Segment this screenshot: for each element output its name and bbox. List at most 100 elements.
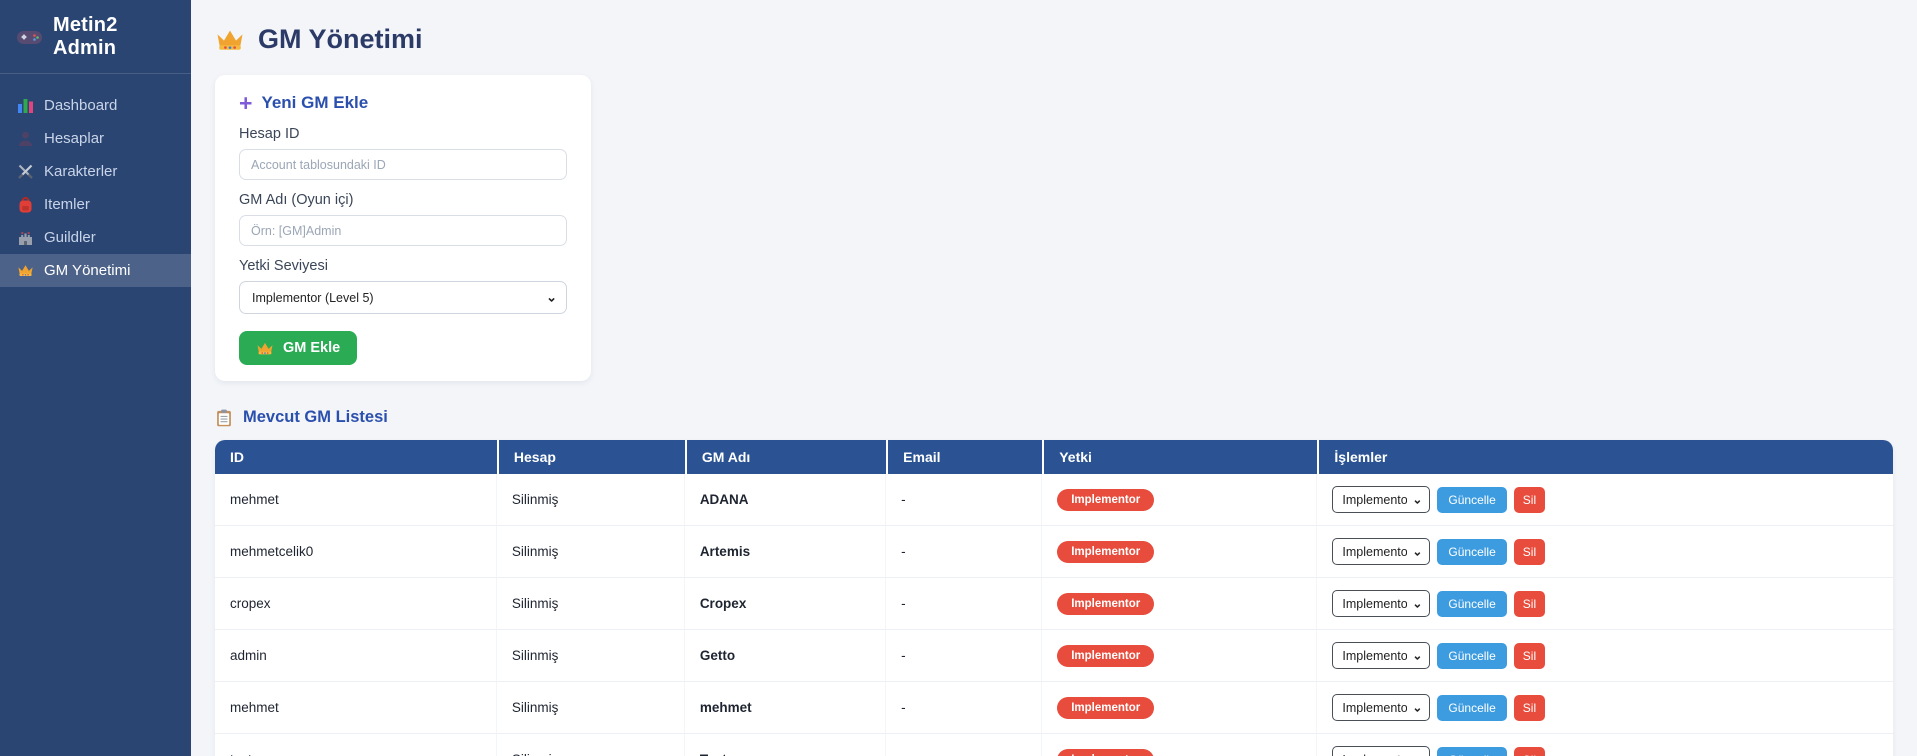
gm-adi-input[interactable] — [239, 215, 567, 246]
guncelle-button[interactable]: Güncelle — [1437, 746, 1507, 756]
gm-id-cell: mehmet — [215, 474, 497, 526]
gm-id-cell: admin — [215, 630, 497, 682]
page-title-text: GM Yönetimi — [258, 24, 423, 54]
add-gm-card-title: + Yeni GM Ekle — [239, 90, 567, 116]
guncelle-button[interactable]: Güncelle — [1437, 486, 1507, 513]
sil-button[interactable]: Sil — [1513, 590, 1546, 617]
sidebar-item-label: Itemler — [44, 196, 90, 213]
sil-button[interactable]: Sil — [1513, 538, 1546, 565]
row-yetki-select[interactable]: Implementor — [1332, 486, 1431, 513]
column-header-5: İşlemler — [1317, 440, 1893, 474]
sidebar-header: Metin2 Admin — [0, 0, 191, 74]
yetki-seviyesi-select[interactable]: Implementor (Level 5) — [239, 281, 567, 314]
yetki-cell: Implementor — [1042, 734, 1318, 756]
crown-icon — [256, 341, 274, 356]
hesap-cell: Silinmiş — [496, 682, 685, 734]
clipboard-icon — [215, 409, 233, 427]
dashboard-icon — [17, 97, 34, 114]
column-header-0: ID — [215, 440, 497, 474]
email-cell: - — [886, 734, 1043, 756]
sidebar-item-label: Karakterler — [44, 163, 118, 180]
islemler-cell: Implementor⌄GüncelleSil — [1317, 682, 1893, 734]
gm-adi-cell: Cropex — [684, 578, 887, 630]
islemler-cell: Implementor⌄GüncelleSil — [1317, 630, 1893, 682]
table-body: mehmet Silinmiş ADANA - Implementor Implement… — [215, 474, 1893, 756]
add-gm-card-title-text: Yeni GM Ekle — [261, 93, 369, 112]
yetki-badge: Implementor — [1057, 488, 1155, 511]
row-yetki-select[interactable]: Implementor — [1332, 590, 1431, 617]
yetki-cell: Implementor — [1042, 578, 1318, 630]
add-gm-card: + Yeni GM Ekle Hesap ID GM Adı (Oyun içi… — [215, 75, 591, 381]
email-cell: - — [886, 682, 1043, 734]
table-row: mehmetcelik0 Silinmiş Artemis - Implementor I… — [215, 526, 1893, 578]
sil-button[interactable]: Sil — [1513, 642, 1546, 669]
sidebar-item-label: GM Yönetimi — [44, 262, 131, 279]
plus-icon: + — [239, 90, 253, 116]
column-header-1: Hesap — [496, 440, 685, 474]
sidebar-item-itemler[interactable]: Itemler — [0, 188, 191, 221]
guncelle-button[interactable]: Güncelle — [1437, 590, 1507, 617]
crown-icon — [215, 27, 245, 53]
castle-icon — [17, 229, 34, 246]
gm-table: ID Hesap GM Adı Email Yetki İşlemler mehmet Si… — [215, 440, 1893, 756]
table-row: mehmet Silinmiş mehmet - Implementor Implemen… — [215, 682, 1893, 734]
backpack-icon — [17, 196, 34, 213]
row-yetki-select[interactable]: Implementor — [1332, 538, 1431, 565]
sidebar-item-hesaplar[interactable]: Hesaplar — [0, 122, 191, 155]
gm-ekle-button-label: GM Ekle — [283, 340, 341, 356]
sil-button[interactable]: Sil — [1513, 694, 1546, 721]
row-yetki-select[interactable]: Implementor — [1332, 642, 1431, 669]
gm-list-title: Mevcut GM Listesi — [215, 408, 1893, 427]
hesap-cell: Silinmiş — [496, 526, 685, 578]
hesap-cell: Silinmiş — [496, 630, 685, 682]
yetki-cell: Implementor — [1042, 526, 1318, 578]
sidebar-item-label: Hesaplar — [44, 130, 105, 147]
yetki-cell: Implementor — [1042, 630, 1318, 682]
guncelle-button[interactable]: Güncelle — [1437, 694, 1507, 721]
email-cell: - — [886, 474, 1043, 526]
sidebar-nav: Dashboard Hesaplar Karakterler Itemler Guild… — [0, 74, 191, 302]
sil-button[interactable]: Sil — [1513, 486, 1546, 513]
yetki-seviyesi-label: Yetki Seviyesi — [239, 258, 328, 274]
email-cell: - — [886, 526, 1043, 578]
yetki-badge: Implementor — [1057, 592, 1155, 615]
table-header-row: ID Hesap GM Adı Email Yetki İşlemler — [215, 440, 1893, 474]
game-controller-icon — [16, 28, 43, 47]
yetki-badge: Implementor — [1057, 696, 1155, 719]
table-row: cropex Silinmiş Cropex - Implementor Implemen… — [215, 578, 1893, 630]
islemler-cell: Implementor⌄GüncelleSil — [1317, 578, 1893, 630]
column-header-3: Email — [886, 440, 1043, 474]
table-row: mehmet Silinmiş ADANA - Implementor Implement… — [215, 474, 1893, 526]
gm-list-title-text: Mevcut GM Listesi — [243, 408, 388, 426]
row-yetki-select[interactable]: Implementor — [1332, 694, 1431, 721]
gm-adi-cell: Artemis — [684, 526, 887, 578]
gm-list-section: Mevcut GM Listesi ID Hesap GM Adı Email Yetk… — [215, 408, 1893, 756]
sidebar-item-karakterler[interactable]: Karakterler — [0, 155, 191, 188]
sil-button[interactable]: Sil — [1513, 746, 1546, 756]
gm-id-cell: test — [215, 734, 497, 756]
gm-adi-label: GM Adı (Oyun içi) — [239, 192, 354, 208]
gm-id-cell: mehmet — [215, 682, 497, 734]
guncelle-button[interactable]: Güncelle — [1437, 642, 1507, 669]
sidebar-item-guildler[interactable]: Guildler — [0, 221, 191, 254]
sidebar-item-gm-yonetimi[interactable]: GM Yönetimi — [0, 254, 191, 287]
yetki-badge: Implementor — [1057, 748, 1155, 756]
table-row: testSilinmişTest-ImplementorImplementor⌄… — [215, 734, 1893, 756]
email-cell: - — [886, 578, 1043, 630]
page-title: GM Yönetimi — [215, 24, 1893, 55]
gm-ekle-button[interactable]: GM Ekle — [239, 331, 358, 365]
column-header-4: Yetki — [1042, 440, 1318, 474]
islemler-cell: Implementor⌄GüncelleSil — [1317, 526, 1893, 578]
hesap-id-label: Hesap ID — [239, 126, 300, 142]
sidebar-item-dashboard[interactable]: Dashboard — [0, 89, 191, 122]
gm-adi-cell: Test — [684, 734, 887, 756]
row-yetki-select[interactable]: Implementor — [1332, 746, 1431, 756]
gm-id-cell: cropex — [215, 578, 497, 630]
hesap-cell: Silinmiş — [496, 734, 685, 756]
main-content: GM Yönetimi + Yeni GM Ekle Hesap ID GM A… — [191, 0, 1917, 756]
email-cell: - — [886, 630, 1043, 682]
guncelle-button[interactable]: Güncelle — [1437, 538, 1507, 565]
hesap-id-input[interactable] — [239, 149, 567, 180]
sidebar: Metin2 Admin Dashboard Hesaplar Karakterle… — [0, 0, 191, 756]
sidebar-item-label: Dashboard — [44, 97, 118, 114]
